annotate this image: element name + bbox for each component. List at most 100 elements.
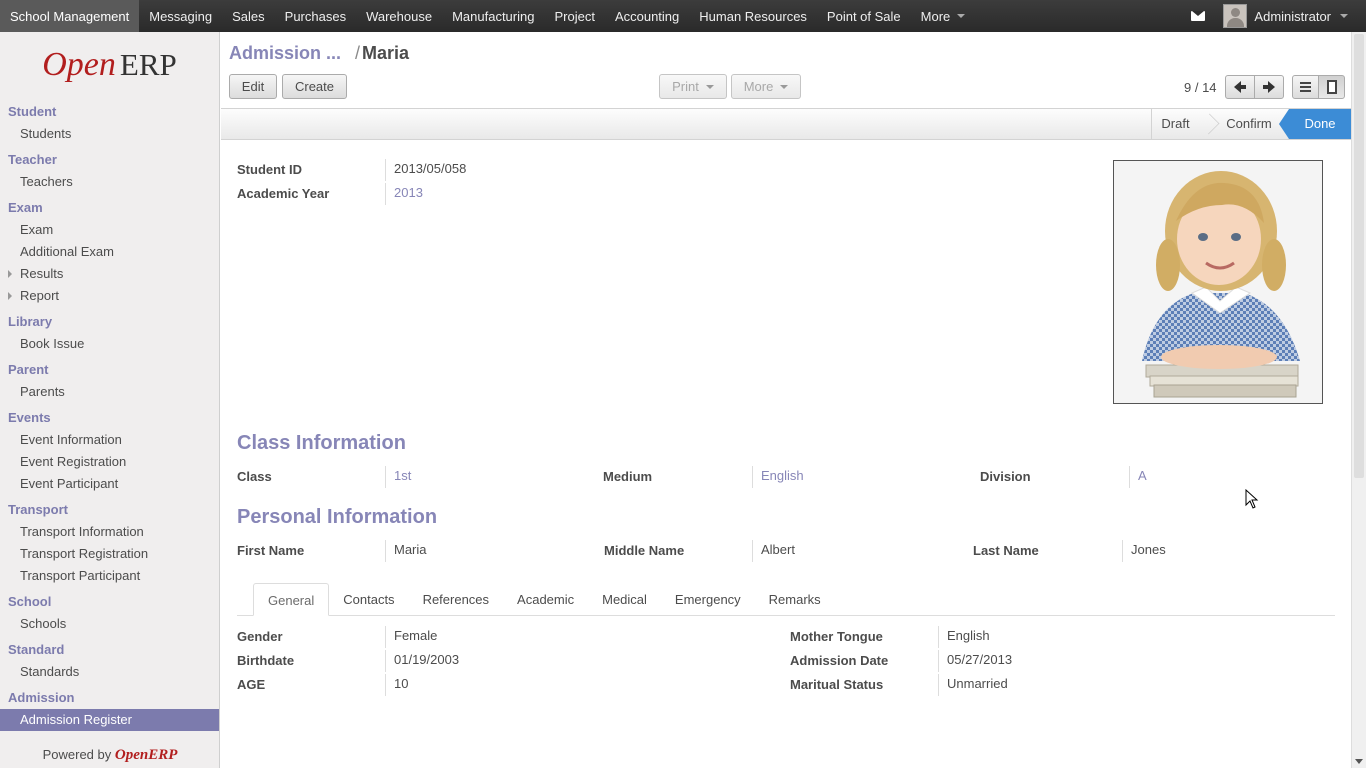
topmenu-messaging[interactable]: Messaging [139, 0, 222, 32]
student-id-value: 2013/05/058 [385, 159, 466, 181]
tab-references[interactable]: References [409, 583, 503, 616]
sidebar-item-event-participant[interactable]: Event Participant [0, 473, 219, 495]
topmenu-school-management[interactable]: School Management [0, 0, 140, 32]
openerp-logo[interactable]: Open ERP [0, 32, 219, 98]
middle-name-label: Middle Name [604, 543, 685, 558]
topmenu-purchases[interactable]: Purchases [275, 0, 356, 32]
sidebar-section-school: School [8, 594, 52, 609]
list-view-icon [1300, 80, 1311, 94]
chevron-down-icon[interactable] [1340, 14, 1348, 18]
tab-medical[interactable]: Medical [588, 583, 661, 616]
topmenu-sales[interactable]: Sales [222, 0, 275, 32]
topmenu-point-of-sale[interactable]: Point of Sale [817, 0, 911, 32]
sidebar-item-teachers[interactable]: Teachers [0, 171, 219, 193]
tab-general[interactable]: General [253, 583, 330, 616]
list-view-button[interactable] [1292, 75, 1319, 99]
breadcrumb-parent[interactable]: Admission ... [229, 43, 341, 63]
vertical-scrollbar[interactable] [1351, 32, 1366, 768]
sidebar-item-admission-register[interactable]: Admission Register [0, 709, 219, 731]
sidebar-item-schools[interactable]: Schools [0, 613, 219, 635]
medium-label: Medium [603, 469, 653, 484]
logo-erp-text: ERP [119, 47, 177, 82]
middle-name-value: Albert [752, 540, 795, 562]
sidebar-item-students[interactable]: Students [0, 123, 219, 145]
sidebar-item-transport-information[interactable]: Transport Information [0, 521, 219, 543]
sidebar: Open ERP Student Students Teacher Teacher… [0, 32, 220, 768]
topmenu-more[interactable]: More [911, 0, 976, 32]
user-name[interactable]: Administrator [1254, 9, 1331, 24]
division-label: Division [980, 469, 1031, 484]
student-photo-image [1114, 161, 1322, 403]
tab-academic[interactable]: Academic [503, 583, 588, 616]
arrow-left-icon [1234, 81, 1246, 93]
mail-icon[interactable] [1191, 11, 1206, 21]
notebook-tabs: General Contacts References Academic Med… [237, 583, 1335, 616]
mother-tongue-value: English [938, 626, 990, 648]
more-actions-button[interactable]: More [731, 74, 801, 99]
sidebar-section-transport: Transport [8, 502, 68, 517]
gender-label: Gender [237, 629, 283, 644]
class-information-heading: Class Information [237, 432, 406, 454]
sidebar-item-book-issue[interactable]: Book Issue [0, 333, 219, 355]
sidebar-item-results[interactable]: Results [0, 263, 219, 285]
medium-link[interactable]: English [752, 466, 804, 488]
sidebar-item-transport-participant[interactable]: Transport Participant [0, 565, 219, 587]
pager-previous-button[interactable] [1225, 75, 1255, 99]
top-navbar: School Management Messaging Sales Purcha… [0, 0, 1366, 32]
tab-emergency[interactable]: Emergency [661, 583, 755, 616]
scroll-down-arrow-icon[interactable] [1355, 759, 1363, 764]
edit-button[interactable]: Edit [229, 74, 277, 99]
sidebar-section-teacher: Teacher [8, 152, 57, 167]
admission-date-label: Admission Date [790, 653, 889, 668]
sidebar-item-parents[interactable]: Parents [0, 381, 219, 403]
stage-draft[interactable]: Draft [1151, 109, 1199, 139]
sidebar-section-exam: Exam [8, 200, 43, 215]
tab-remarks[interactable]: Remarks [755, 583, 835, 616]
pager-counter: 9 / 14 [1184, 80, 1217, 95]
tab-contacts[interactable]: Contacts [329, 583, 408, 616]
avatar[interactable] [1223, 4, 1248, 28]
chevron-down-icon [957, 14, 966, 18]
sidebar-item-additional-exam[interactable]: Additional Exam [0, 241, 219, 263]
sidebar-item-event-registration[interactable]: Event Registration [0, 451, 219, 473]
topmenu-warehouse[interactable]: Warehouse [356, 0, 442, 32]
first-name-value: Maria [385, 540, 427, 562]
sidebar-section-library: Library [8, 314, 53, 329]
topmenu-more-label: More [920, 8, 951, 24]
breadcrumb: Admission ... / Maria [229, 43, 409, 64]
sidebar-item-transport-registration[interactable]: Transport Registration [0, 543, 219, 565]
powered-by-brand[interactable]: OpenERP [115, 747, 178, 763]
personal-information-heading: Personal Information [237, 506, 438, 528]
sidebar-item-report[interactable]: Report [0, 285, 219, 307]
topmenu-project[interactable]: Project [544, 0, 604, 32]
class-link[interactable]: 1st [385, 466, 411, 488]
powered-by: Powered by OpenERP [0, 747, 220, 764]
form-view-button[interactable] [1318, 75, 1345, 99]
powered-by-prefix: Powered by [42, 747, 112, 762]
division-link[interactable]: A [1129, 466, 1147, 488]
student-id-label: Student ID [237, 162, 302, 177]
stage-done-arrow [1279, 109, 1289, 139]
main-content: Admission ... / Maria Edit Create Print Mo… [221, 32, 1351, 768]
stage-done[interactable]: Done [1289, 109, 1351, 139]
scrollbar-thumb[interactable] [1354, 34, 1364, 478]
arrow-right-icon [1263, 81, 1275, 93]
create-button[interactable]: Create [282, 74, 347, 99]
user-area: Administrator [1191, 0, 1366, 32]
more-actions-label: More [743, 79, 774, 94]
first-name-label: First Name [237, 543, 305, 558]
sidebar-item-standards[interactable]: Standards [0, 661, 219, 683]
sidebar-item-exam[interactable]: Exam [0, 219, 219, 241]
topmenu-accounting[interactable]: Accounting [605, 0, 689, 32]
academic-year-link[interactable]: 2013 [385, 183, 423, 205]
stage-confirm[interactable]: Confirm [1219, 109, 1279, 139]
pager-next-button[interactable] [1254, 75, 1284, 99]
topmenu-human-resources[interactable]: Human Resources [689, 0, 817, 32]
sidebar-section-student: Student [8, 104, 57, 119]
sidebar-item-event-information[interactable]: Event Information [0, 429, 219, 451]
topmenu-manufacturing[interactable]: Manufacturing [442, 0, 544, 32]
chevron-down-icon [705, 84, 714, 89]
sidebar-section-admission: Admission [8, 690, 75, 705]
print-button[interactable]: Print [659, 74, 727, 99]
student-photo[interactable] [1113, 160, 1323, 404]
